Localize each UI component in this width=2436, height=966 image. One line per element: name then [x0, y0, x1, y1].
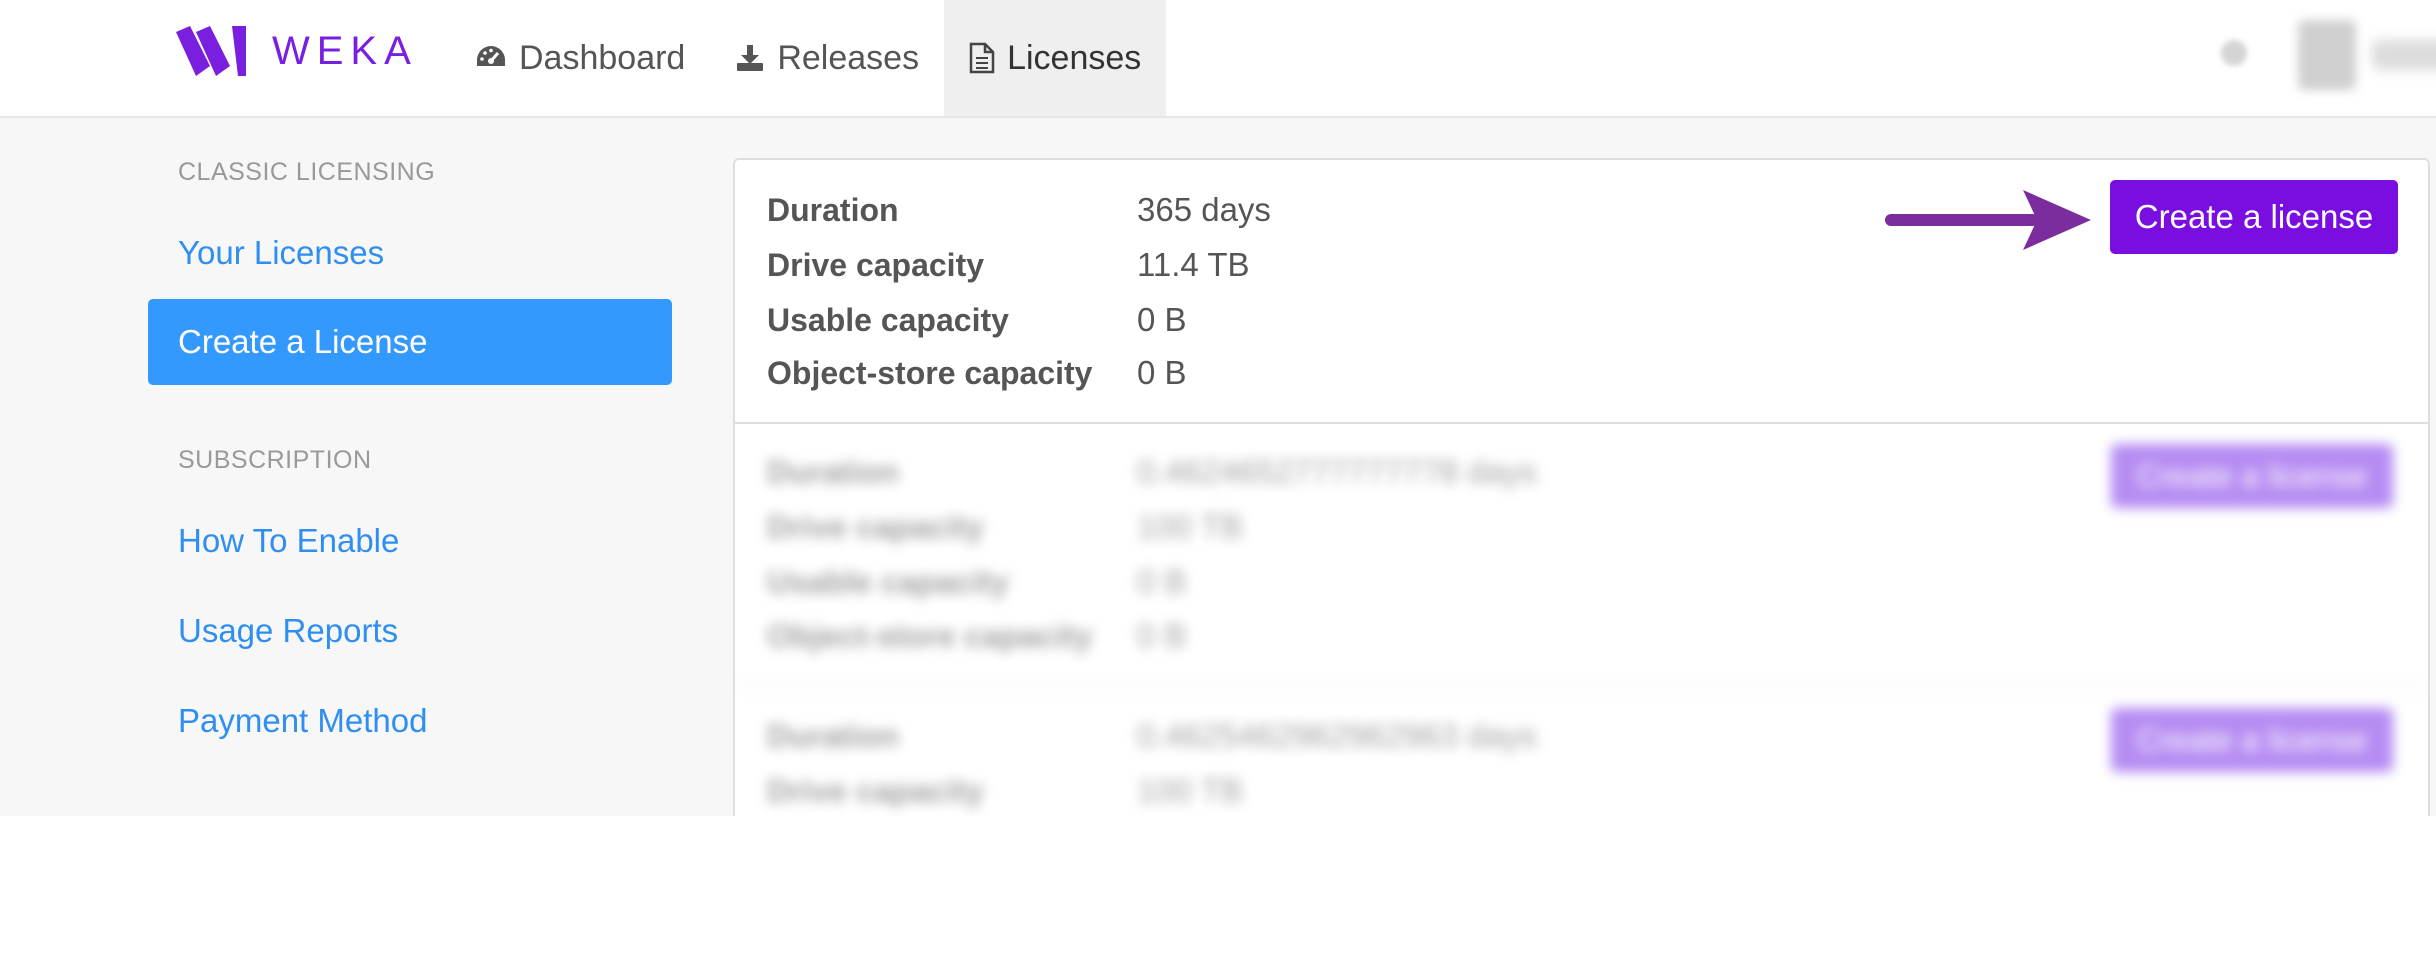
field-value: 0 B	[1137, 354, 1187, 391]
create-license-button[interactable]: Create a license	[2110, 180, 2398, 254]
sidebar-heading-subscription: SUBSCRIPTION	[178, 446, 372, 474]
user-name[interactable]	[2372, 40, 2436, 70]
create-license-button[interactable]: Create a license	[2111, 708, 2393, 772]
sidebar-item-label: Create a License	[178, 323, 428, 360]
field-drive-capacity: Drive capacity 100 TB	[767, 505, 1243, 549]
field-value: 365 days	[1137, 191, 1271, 228]
license-card: Duration 0.4624652777777778 days Drive c…	[735, 424, 2428, 688]
weka-logo-mark-icon	[176, 26, 246, 76]
field-label: Drive capacity	[767, 246, 985, 283]
nav-label-releases: Releases	[777, 38, 920, 77]
field-label: Duration	[767, 717, 899, 754]
sidebar-item-usage-reports[interactable]: Usage Reports	[178, 612, 398, 650]
sidebar-item-your-licenses[interactable]: Your Licenses	[178, 234, 384, 272]
sidebar-item-payment-method[interactable]: Payment Method	[178, 702, 427, 740]
field-value: 100 TB	[1137, 508, 1243, 545]
field-object-store-capacity: Object-store capacity 0 B	[767, 614, 1187, 658]
field-value: 0.4625462962962963 days	[1137, 717, 1538, 754]
field-duration: Duration 0.4624652777777778 days	[767, 450, 1537, 494]
field-label: Drive capacity	[767, 772, 985, 809]
main-nav: Dashboard Releases Licenses	[450, 0, 1167, 116]
field-value: 0 B	[1137, 301, 1187, 338]
nav-item-dashboard[interactable]: Dashboard	[450, 0, 710, 116]
field-label: Duration	[767, 453, 899, 490]
nav-item-releases[interactable]: Releases	[710, 0, 944, 116]
annotation-arrow-icon	[1885, 190, 2091, 250]
document-icon	[969, 42, 995, 74]
field-label: Usable capacity	[767, 301, 1009, 338]
create-license-button[interactable]: Create a license	[2111, 444, 2393, 508]
brand-name: WEKA	[272, 28, 418, 73]
page: WEKA Dashboard Releases Licenses CLASSIC…	[0, 0, 2436, 816]
avatar[interactable]	[2298, 20, 2356, 90]
weka-logo[interactable]: WEKA	[176, 24, 418, 78]
field-label: Drive capacity	[767, 508, 985, 545]
field-drive-capacity: Drive capacity 100 TB	[767, 769, 1243, 813]
dashboard-gauge-icon	[477, 46, 505, 66]
download-icon	[737, 45, 764, 71]
license-card: Duration 0.4625462962962963 days Drive c…	[735, 688, 2428, 816]
field-label: Usable capacity	[767, 563, 1009, 600]
field-label: Duration	[767, 191, 899, 228]
nav-item-licenses[interactable]: Licenses	[944, 0, 1167, 116]
field-usable-capacity: Usable capacity 0 B	[767, 560, 1187, 604]
license-card: Duration 365 days Drive capacity 11.4 TB…	[735, 160, 2428, 424]
field-duration: Duration 0.4625462962962963 days	[767, 714, 1537, 758]
field-value: 0.4624652777777778 days	[1137, 453, 1538, 490]
sidebar-item-create-a-license[interactable]: Create a License	[148, 299, 672, 385]
sidebar: CLASSIC LICENSING Your Licenses Create a…	[0, 118, 700, 816]
field-value: 0 B	[1137, 563, 1187, 600]
nav-label-dashboard: Dashboard	[519, 38, 686, 77]
field-object-store-capacity: Object-store capacity 0 B	[767, 351, 1187, 395]
field-duration: Duration 365 days	[767, 188, 1271, 232]
field-label: Object-store capacity	[767, 617, 1093, 654]
field-value: 0 B	[1137, 617, 1187, 654]
license-list: Duration 365 days Drive capacity 11.4 TB…	[733, 158, 2430, 816]
sidebar-heading-classic-licensing: CLASSIC LICENSING	[178, 158, 436, 186]
field-value: 100 TB	[1137, 772, 1243, 809]
sidebar-item-how-to-enable[interactable]: How To Enable	[178, 522, 399, 560]
user-area	[2116, 0, 2436, 116]
field-drive-capacity: Drive capacity 11.4 TB	[767, 243, 1250, 287]
nav-label-licenses: Licenses	[1007, 38, 1142, 77]
top-navbar: WEKA Dashboard Releases Licenses	[0, 0, 2436, 118]
notification-icon[interactable]	[2221, 40, 2247, 66]
field-value: 11.4 TB	[1137, 246, 1250, 283]
field-label: Object-store capacity	[767, 354, 1093, 391]
field-usable-capacity: Usable capacity 0 B	[767, 298, 1187, 342]
